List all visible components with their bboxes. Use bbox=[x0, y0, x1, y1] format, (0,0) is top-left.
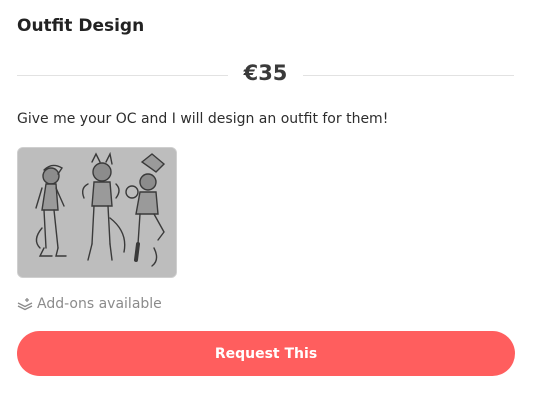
sketch-illustration bbox=[18, 148, 176, 277]
addons-info: Add-ons available bbox=[17, 294, 162, 314]
price-row: €35 bbox=[17, 61, 514, 89]
divider-right bbox=[303, 75, 514, 76]
sample-image-thumbnail[interactable] bbox=[17, 147, 177, 278]
divider-left bbox=[17, 75, 228, 76]
layers-plus-icon bbox=[17, 297, 33, 311]
listing-description: Give me your OC and I will design an out… bbox=[17, 111, 389, 127]
addons-label: Add-ons available bbox=[37, 296, 162, 312]
listing-title: Outfit Design bbox=[17, 16, 145, 36]
price-label: €35 bbox=[243, 61, 288, 85]
request-button[interactable]: Request This bbox=[17, 331, 515, 376]
